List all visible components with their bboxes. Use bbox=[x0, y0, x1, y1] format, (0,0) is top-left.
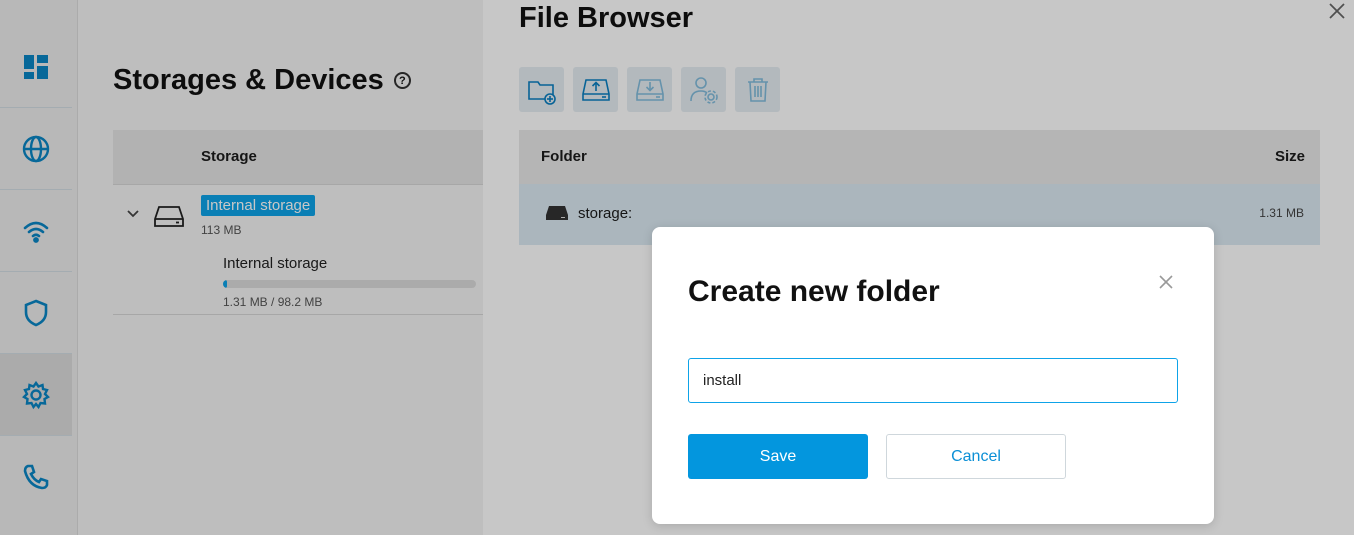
close-icon[interactable] bbox=[1158, 274, 1174, 290]
folder-name-input[interactable] bbox=[688, 358, 1178, 403]
save-button[interactable]: Save bbox=[688, 434, 868, 479]
create-folder-dialog: Create new folder Save Cancel bbox=[652, 227, 1214, 524]
cancel-button[interactable]: Cancel bbox=[886, 434, 1066, 479]
dialog-title: Create new folder bbox=[688, 275, 940, 308]
